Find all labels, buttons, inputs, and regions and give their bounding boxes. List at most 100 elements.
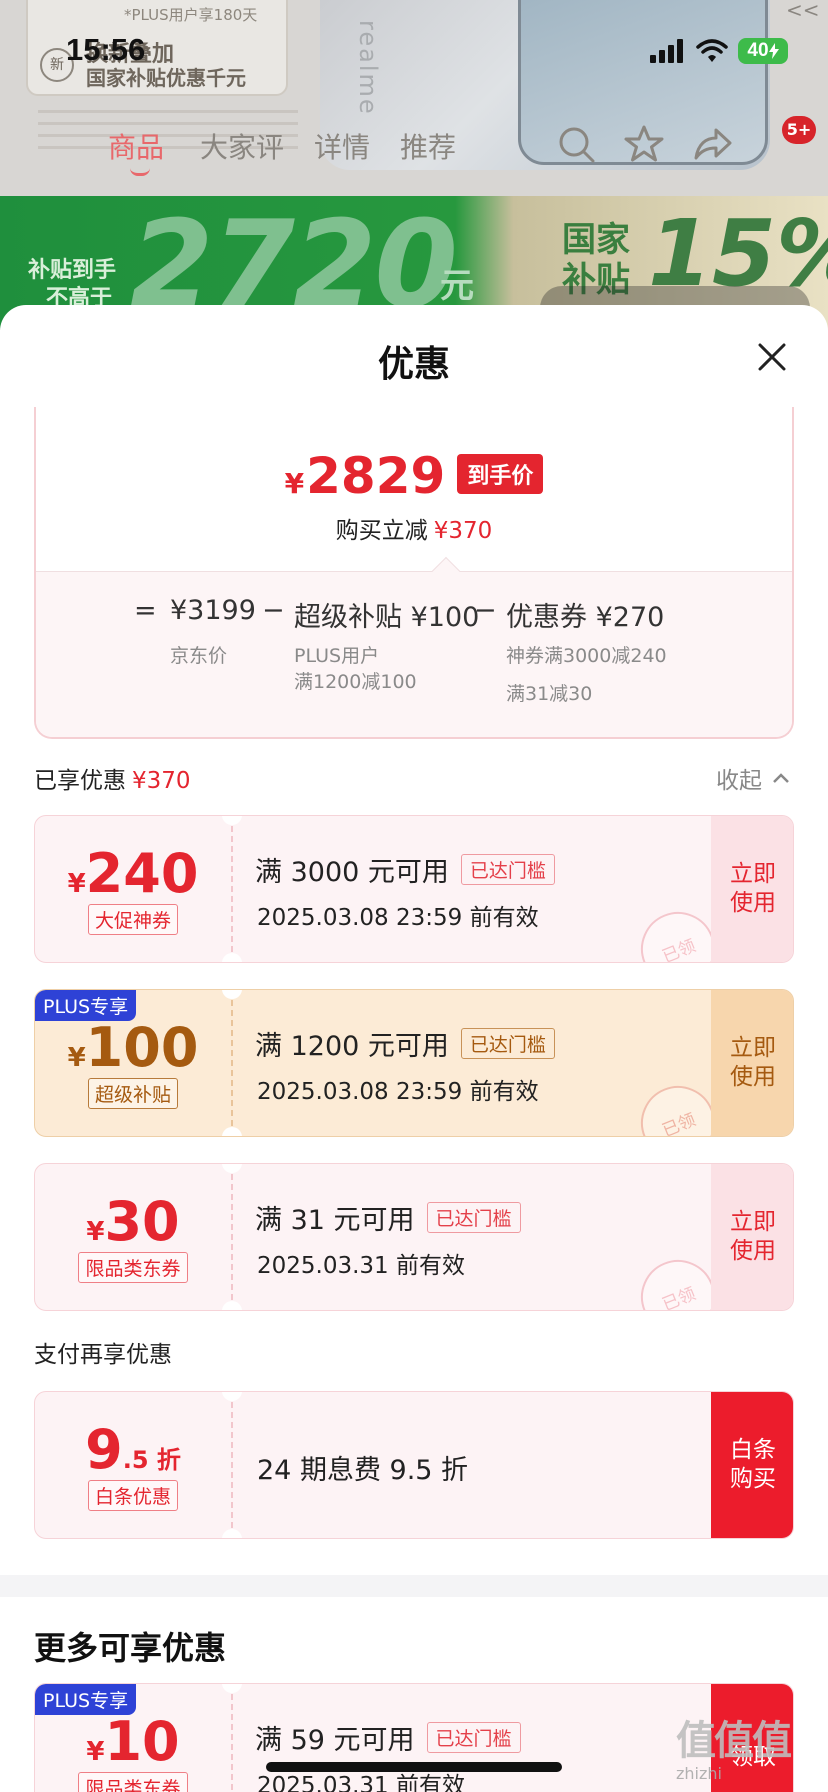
coupon-amount: 30 xyxy=(104,1190,180,1253)
use-now-button[interactable]: 立即 使用 xyxy=(711,1164,793,1310)
coupon-notch xyxy=(222,1529,242,1538)
coupon-notch xyxy=(222,1392,242,1401)
tab-details[interactable]: 详情 xyxy=(314,126,370,166)
coupon-currency: ¥ xyxy=(86,1217,105,1247)
threshold-badge: 已达门槛 xyxy=(460,854,555,885)
use-now-button[interactable]: 立即 使用 xyxy=(711,990,793,1136)
tab-product[interactable]: 商品 xyxy=(108,126,164,166)
minus-sign: − xyxy=(262,595,285,626)
coupon-divider xyxy=(231,1684,233,1792)
more-offers-title: 更多可享优惠 xyxy=(34,1629,227,1667)
coupon-notch xyxy=(222,1684,242,1693)
home-indicator[interactable] xyxy=(266,1762,562,1772)
search-icon[interactable] xyxy=(556,124,596,164)
coupon-condition: 满 1200 元可用 已达门槛 xyxy=(255,1024,555,1063)
baitiao-buy-button[interactable]: 白条 购买 xyxy=(711,1392,793,1538)
coupon-divider xyxy=(231,816,233,962)
collapse-button[interactable]: 收起 xyxy=(716,761,790,795)
super-subsidy: 超级补贴 ¥100 xyxy=(294,602,480,633)
tab-underline xyxy=(130,168,150,176)
coupon-notch xyxy=(222,990,242,999)
coupon-type-label: 限品类东券 xyxy=(78,1772,188,1792)
coupon-notch xyxy=(222,953,242,962)
tab-reviews[interactable]: 大家评 xyxy=(200,126,284,166)
coupon-divider xyxy=(231,990,233,1136)
offer-type: 白条优惠 xyxy=(35,1480,231,1511)
coupon-card: ¥240 大促神券 满 3000 元可用 已达门槛 2025.03.08 23:5… xyxy=(34,815,794,963)
subsidy-note2: 满1200减100 xyxy=(294,671,417,693)
status-indicators: 40 xyxy=(650,36,788,66)
discount-sub: .5 折 xyxy=(122,1446,181,1474)
subsidy-note1: PLUS用户 xyxy=(294,645,380,667)
chevron-up-icon xyxy=(773,773,789,783)
discount-value: 9.5 折 xyxy=(35,1418,231,1481)
coupon-amount: 10 xyxy=(104,1710,180,1773)
coupon-type: 限品类东券 xyxy=(35,1772,231,1792)
threshold-badge: 已达门槛 xyxy=(460,1028,555,1059)
star-icon[interactable] xyxy=(624,124,664,164)
coupon-value: ¥100 xyxy=(35,1016,231,1079)
coupon-value: ¥10 xyxy=(35,1710,231,1773)
coupon-condition: 满 3000 元可用 已达门槛 xyxy=(255,850,555,889)
share-icon[interactable] xyxy=(692,124,732,164)
coupon-value: ¥240 xyxy=(35,842,231,905)
final-amount: 2829 xyxy=(306,447,446,505)
minus-sign: − xyxy=(474,595,497,626)
jd-price-label: 京东价 xyxy=(170,645,228,667)
coupon-type: 超级补贴 xyxy=(35,1078,231,1109)
coupon-expiry: 2025.03.31 前有效 xyxy=(257,1253,465,1279)
coupon-notch xyxy=(222,1127,242,1136)
condition-text: 满 3000 元可用 xyxy=(255,857,449,888)
installment-plan: 24 期息费 9.5 折 xyxy=(257,1455,469,1486)
coupon-card: PLUS专享 ¥100 超级补贴 满 1200 元可用 已达门槛 2025.03.… xyxy=(34,989,794,1137)
enjoyed-label: 已享优惠 xyxy=(34,768,126,794)
sheet-title: 优惠 xyxy=(377,344,450,385)
jd-price: ¥3199 xyxy=(170,595,256,626)
coupon-card: ¥30 限品类东券 满 31 元可用 已达门槛 2025.03.31 前有效 已领… xyxy=(34,1163,794,1311)
reduce-label: 购买立减 xyxy=(335,518,428,544)
threshold-badge: 已达门槛 xyxy=(426,1722,521,1753)
use-now-label: 立即 使用 xyxy=(730,1209,776,1264)
coupon-amount: 100 xyxy=(85,1016,199,1079)
pay-section-title: 支付再享优惠 xyxy=(34,1342,172,1368)
close-icon[interactable] xyxy=(752,337,792,377)
watermark-logo: 值值值 xyxy=(676,1718,792,1764)
coupon-currency: ¥ xyxy=(67,869,86,899)
coupon-divider xyxy=(231,1392,233,1538)
threshold-badge: 已达门槛 xyxy=(426,1202,521,1233)
watermark-url: zhizhi xyxy=(676,1764,722,1783)
reduce-amount: ¥370 xyxy=(433,518,493,544)
discount-main: 9 xyxy=(85,1418,123,1481)
tab-recommend[interactable]: 推荐 xyxy=(400,126,456,166)
coupon-currency: ¥ xyxy=(86,1737,105,1767)
coupon-condition: 满 59 元可用 已达门槛 xyxy=(255,1718,521,1757)
final-price: ¥ 2829 到手价 xyxy=(36,447,792,505)
final-price-tag: 到手价 xyxy=(457,454,544,494)
coupon-expiry: 2025.03.08 23:59 前有效 xyxy=(257,1079,539,1105)
enjoyed-title: 已享优惠 ¥370 xyxy=(34,761,191,795)
offer-type-label: 白条优惠 xyxy=(87,1480,178,1511)
enjoyed-amount: ¥370 xyxy=(132,768,191,794)
coupon-type: 限品类东券 xyxy=(35,1252,231,1283)
coupon-type-label: 大促神券 xyxy=(87,904,178,935)
coupon-type-label: 限品类东券 xyxy=(78,1252,188,1283)
banner-unit: 元 xyxy=(440,266,474,306)
purchase-reduction: 购买立减 ¥370 xyxy=(36,511,792,545)
baitiao-buy-label: 白条 购买 xyxy=(730,1437,776,1492)
coupon-amount: 240 xyxy=(85,842,199,905)
section-separator xyxy=(0,1575,828,1597)
plus-note: *PLUS用户享180天 xyxy=(124,6,258,24)
coupon-note1: 神券满3000减240 xyxy=(506,645,667,667)
condition-text: 满 59 元可用 xyxy=(255,1725,415,1756)
collapse-arrows: << xyxy=(786,0,820,22)
coupon-divider xyxy=(231,1164,233,1310)
use-now-button[interactable]: 立即 使用 xyxy=(711,816,793,962)
coupon-expiry: 2025.03.08 23:59 前有效 xyxy=(257,905,539,931)
coupon-value: ¥30 xyxy=(35,1190,231,1253)
price-summary: ¥ 2829 到手价 购买立减 ¥370 = ¥3199 − 超级补贴 ¥100 … xyxy=(34,407,794,739)
cart-badge: 5+ xyxy=(782,116,816,144)
signal-icon xyxy=(650,39,683,63)
coupon-note2: 满31减30 xyxy=(506,683,593,705)
charging-icon xyxy=(768,43,779,59)
condition-text: 满 31 元可用 xyxy=(255,1205,415,1236)
